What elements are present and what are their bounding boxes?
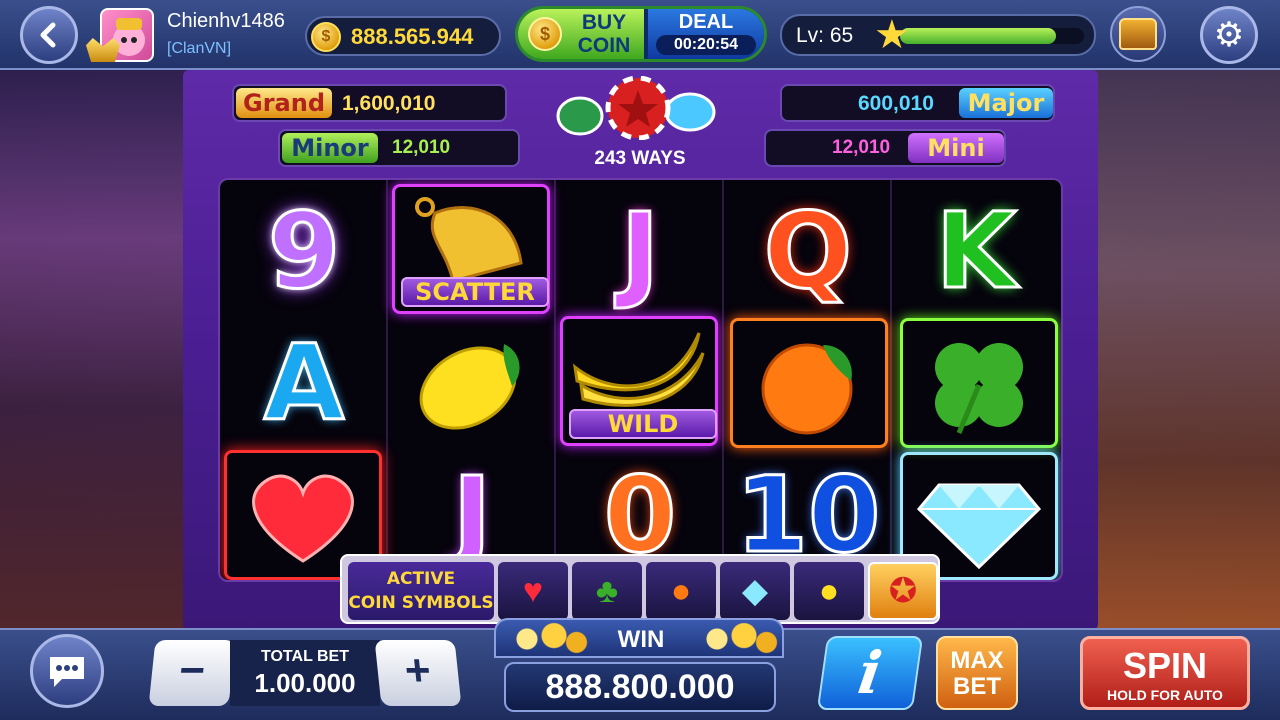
jackpot-minor-label: Minor bbox=[282, 133, 378, 163]
reel-5: K bbox=[892, 180, 1060, 580]
buy-coin-button[interactable]: $ BUY COIN bbox=[518, 9, 644, 59]
coin-icon: $ bbox=[311, 22, 341, 52]
gold-coins-icon bbox=[500, 622, 590, 656]
active-title-line1: ACTIVE bbox=[386, 569, 456, 589]
total-bet-label: TOTAL BET bbox=[261, 648, 349, 665]
ways-count: 243 WAYS bbox=[594, 148, 686, 169]
gear-icon: ⚙ bbox=[1213, 16, 1245, 54]
reel-3: J WILD 0 bbox=[556, 180, 724, 580]
symbol-k: K bbox=[934, 189, 1018, 314]
jackpot-mini-label: Mini bbox=[908, 133, 1004, 163]
jackpot-minor-value: 12,010 bbox=[392, 137, 451, 158]
spin-button[interactable]: SPIN HOLD FOR AUTO bbox=[1080, 636, 1250, 710]
active-coin-symbols-panel: ACTIVE COIN SYMBOLS ♥ ♣ ● ◆ ● ✪ bbox=[340, 554, 940, 624]
reel-1: 9 A bbox=[220, 180, 388, 580]
deal-timer: 00:20:54 bbox=[656, 35, 756, 55]
symbol-lemon bbox=[392, 318, 552, 448]
active-chip-slot: ✪ bbox=[868, 562, 938, 620]
active-title-line2: COIN SYMBOLS bbox=[348, 593, 494, 613]
jackpot-grand: Grand 1,600,010 bbox=[232, 84, 507, 122]
win-display: 888.800.000 bbox=[504, 662, 776, 712]
top-bar: Chienhv1486 [ClanVN] $ 888.565.944 $ BUY… bbox=[0, 0, 1280, 70]
casino-chips-icon bbox=[556, 76, 716, 140]
symbol-a: A bbox=[262, 321, 346, 446]
xp-track bbox=[900, 28, 1084, 44]
coin-amount: 888.565.944 bbox=[351, 24, 474, 49]
xp-fill bbox=[900, 28, 1057, 44]
jackpot-major-value: 600,010 bbox=[858, 92, 934, 115]
total-bet-display: TOTAL BET 1.00.000 bbox=[230, 640, 380, 706]
wild-label: WILD bbox=[569, 409, 717, 439]
win-value: 888.800.000 bbox=[545, 668, 735, 706]
jackpot-minor: Minor 12,010 bbox=[278, 129, 520, 167]
jackpot-grand-value: 1,600,010 bbox=[342, 92, 436, 115]
chevron-left-icon bbox=[40, 22, 56, 48]
active-clover-slot: ♣ bbox=[572, 562, 642, 620]
reel-2: SCATTER J bbox=[388, 180, 556, 580]
username: Chienhv1486 bbox=[167, 10, 285, 32]
spin-sublabel: HOLD FOR AUTO bbox=[1107, 687, 1223, 703]
increase-bet-button[interactable]: + bbox=[374, 640, 462, 706]
symbol-q: Q bbox=[762, 189, 853, 314]
level-bar: Lv: 65 ★ bbox=[780, 14, 1096, 56]
chip-icon: ✪ bbox=[888, 572, 918, 610]
spin-label: SPIN bbox=[1122, 645, 1208, 686]
diamond-icon: ◆ bbox=[741, 572, 769, 610]
reels-grid: 9 A SCATTER J J WILD 0 Q 10 K bbox=[218, 178, 1063, 582]
clover-icon bbox=[935, 343, 1023, 434]
coin-balance: $ 888.565.944 bbox=[305, 16, 501, 56]
buy-coin-label: BUY COIN bbox=[577, 11, 631, 57]
chat-button[interactable] bbox=[30, 634, 104, 708]
clan-tag[interactable]: [ClanVN] bbox=[167, 40, 231, 58]
active-diamond-slot: ◆ bbox=[720, 562, 790, 620]
active-lemon-slot: ● bbox=[794, 562, 864, 620]
max-bet-button[interactable]: MAX BET bbox=[936, 636, 1018, 710]
jackpot-major: 600,010 Major bbox=[780, 84, 1055, 122]
total-bet-value: 1.00.000 bbox=[254, 668, 356, 698]
treasure-chest-button[interactable] bbox=[1110, 6, 1166, 62]
heart-icon: ♥ bbox=[522, 571, 544, 610]
banana-icon bbox=[572, 332, 705, 407]
treasure-chest-icon bbox=[1119, 18, 1157, 50]
symbol-j: J bbox=[619, 189, 661, 314]
level-label: Lv: 65 bbox=[796, 24, 854, 47]
orange-icon: ● bbox=[670, 571, 692, 610]
background-right bbox=[1090, 70, 1280, 630]
decrease-bet-button[interactable]: − bbox=[148, 640, 236, 706]
jackpot-mini: 12,010 Mini bbox=[764, 129, 1006, 167]
deal-label: DEAL bbox=[678, 11, 734, 33]
symbol-orange-frame bbox=[730, 318, 888, 448]
symbol-scatter-frame: SCATTER bbox=[392, 184, 550, 314]
info-button[interactable]: i bbox=[816, 636, 924, 710]
jackpot-major-label: Major bbox=[959, 88, 1053, 118]
active-heart-slot: ♥ bbox=[498, 562, 568, 620]
settings-button[interactable]: ⚙ bbox=[1200, 6, 1258, 64]
coin-icon: $ bbox=[528, 17, 562, 51]
chat-bubble-icon bbox=[50, 657, 84, 687]
symbol-9: 9 bbox=[266, 189, 341, 314]
active-orange-slot: ● bbox=[646, 562, 716, 620]
active-coin-symbols-title: ACTIVE COIN SYMBOLS bbox=[348, 562, 494, 620]
clover-icon: ♣ bbox=[595, 571, 619, 610]
back-button[interactable] bbox=[20, 6, 78, 64]
total-bet-control: − TOTAL BET 1.00.000 + bbox=[148, 640, 462, 706]
gold-coins-icon bbox=[690, 622, 780, 656]
deal-button[interactable]: DEAL 00:20:54 bbox=[648, 9, 764, 59]
symbol-wild-frame: WILD bbox=[560, 316, 718, 446]
lemon-icon bbox=[419, 344, 520, 430]
orange-icon bbox=[761, 343, 853, 435]
jackpot-grand-label: Grand bbox=[236, 88, 332, 118]
background-left bbox=[0, 70, 190, 630]
symbol-clover-frame bbox=[900, 318, 1058, 448]
bell-icon bbox=[415, 197, 523, 283]
buy-coin-deal-button[interactable]: $ BUY COIN DEAL 00:20:54 bbox=[515, 6, 767, 62]
lemon-icon: ● bbox=[818, 571, 840, 610]
star-icon: ★ bbox=[874, 13, 910, 57]
jackpot-mini-value: 12,010 bbox=[832, 137, 891, 158]
scatter-label: SCATTER bbox=[401, 277, 549, 307]
reel-4: Q 10 bbox=[724, 180, 892, 580]
